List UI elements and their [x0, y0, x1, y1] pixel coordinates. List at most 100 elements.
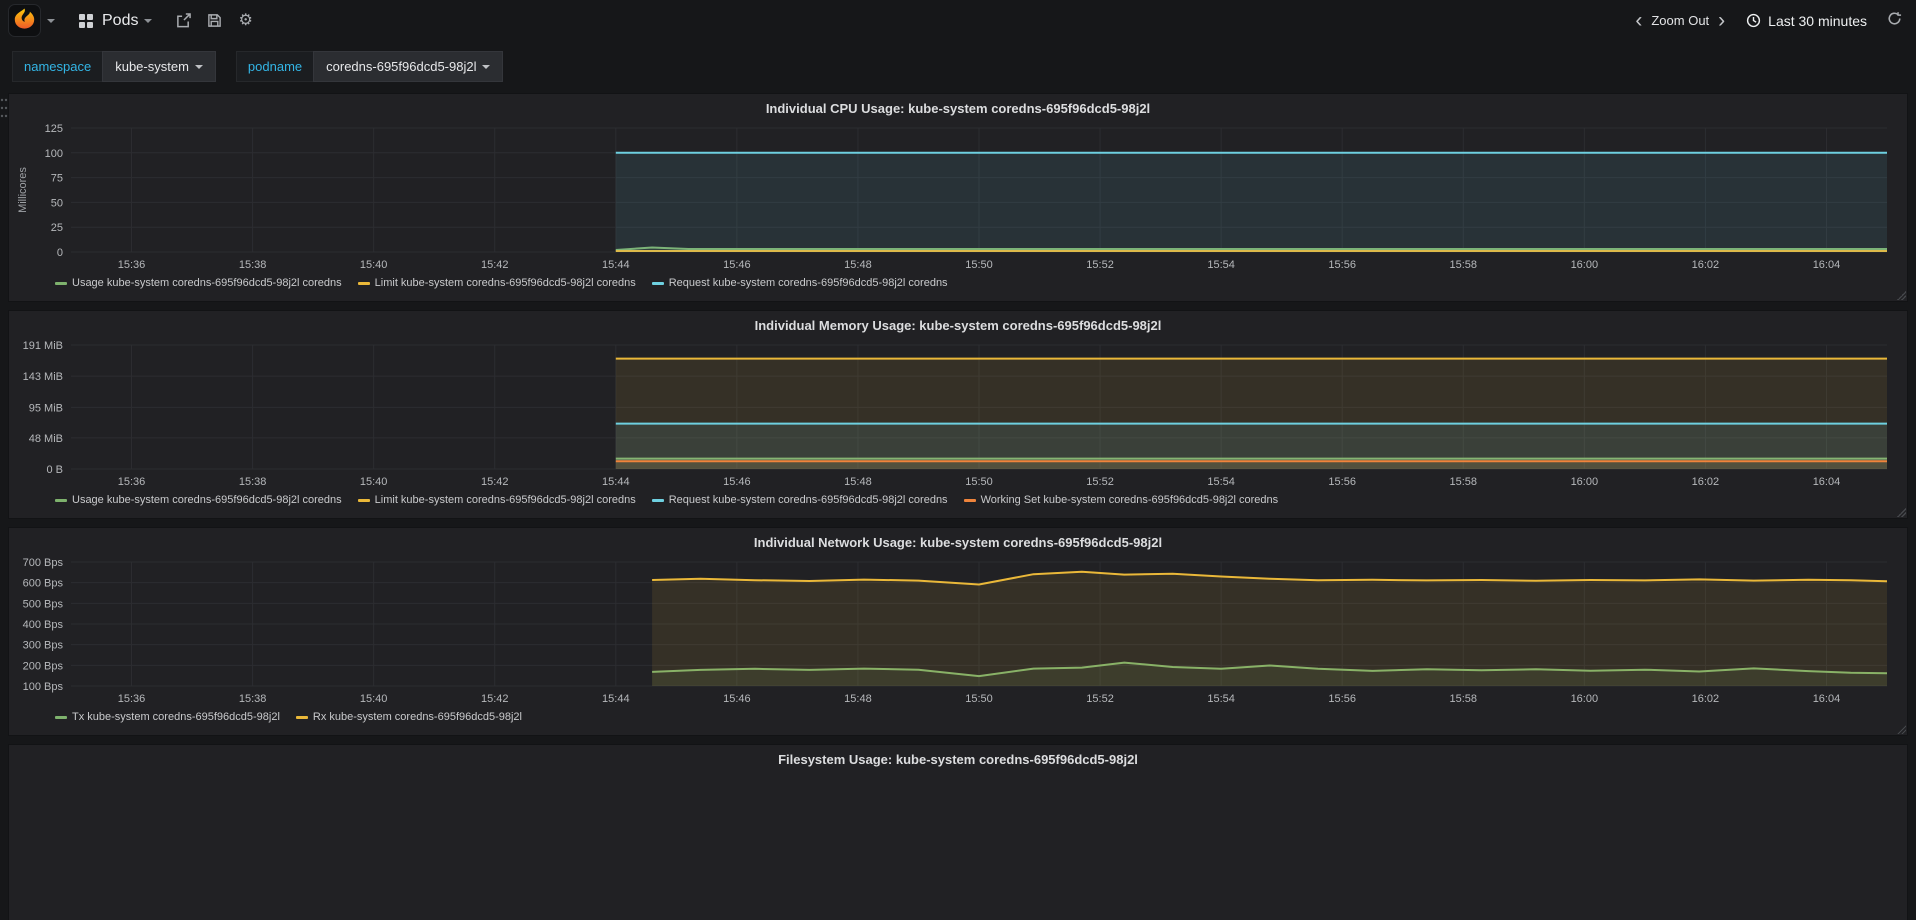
- svg-text:16:04: 16:04: [1813, 259, 1841, 271]
- legend-series-label: Working Set kube-system coredns-695f96dc…: [980, 494, 1279, 506]
- svg-text:15:36: 15:36: [118, 259, 146, 271]
- svg-text:15:42: 15:42: [481, 693, 509, 705]
- svg-text:15:36: 15:36: [118, 476, 146, 488]
- zoom-out-button[interactable]: Zoom Out: [1649, 13, 1711, 28]
- svg-text:15:58: 15:58: [1450, 693, 1478, 705]
- panel-resize-handle[interactable]: [1896, 724, 1906, 734]
- panel-title[interactable]: Filesystem Usage: kube-system coredns-69…: [9, 745, 1907, 771]
- dashboards-grid-icon: [79, 13, 93, 28]
- legend-series-label: Limit kube-system coredns-695f96dcd5-98j…: [374, 494, 636, 506]
- svg-text:0: 0: [57, 247, 63, 259]
- settings-button[interactable]: ⚙: [238, 12, 252, 29]
- svg-text:15:44: 15:44: [602, 259, 630, 271]
- panel-filesystem-usage: Filesystem Usage: kube-system coredns-69…: [8, 744, 1908, 920]
- legend-series-swatch-icon: [55, 498, 67, 502]
- svg-text:15:40: 15:40: [360, 259, 388, 271]
- memory-usage-chart[interactable]: 15:36 15:38 15:40 15:42 15:44 15:46 15:48 15:50…: [15, 337, 1901, 493]
- variable-namespace-label: namespace: [12, 51, 103, 82]
- legend-item[interactable]: Tx kube-system coredns-695f96dcd5-98j2l: [55, 711, 280, 723]
- svg-text:16:00: 16:00: [1571, 693, 1599, 705]
- svg-text:15:52: 15:52: [1086, 693, 1114, 705]
- svg-text:95 MiB: 95 MiB: [29, 402, 63, 414]
- save-button[interactable]: [207, 13, 222, 28]
- svg-text:15:46: 15:46: [723, 259, 751, 271]
- dashboard-picker[interactable]: Pods: [71, 6, 160, 36]
- svg-text:16:02: 16:02: [1692, 259, 1720, 271]
- memory-usage-legend: Usage kube-system coredns-695f96dcd5-98j…: [9, 493, 1907, 506]
- legend-item[interactable]: Request kube-system coredns-695f96dcd5-9…: [651, 494, 948, 506]
- legend-item[interactable]: Request kube-system coredns-695f96dcd5-9…: [651, 277, 948, 289]
- refresh-button[interactable]: [1887, 11, 1902, 31]
- svg-text:16:04: 16:04: [1813, 693, 1841, 705]
- variable-namespace-value-dropdown[interactable]: kube-system: [102, 51, 216, 82]
- legend-series-label: Tx kube-system coredns-695f96dcd5-98j2l: [72, 711, 280, 723]
- variable-namespace: namespace kube-system: [12, 51, 216, 82]
- svg-text:15:50: 15:50: [965, 693, 993, 705]
- svg-text:300 Bps: 300 Bps: [23, 640, 64, 652]
- grip-dots-icon: [0, 98, 8, 118]
- svg-text:15:42: 15:42: [481, 476, 509, 488]
- legend-item[interactable]: Usage kube-system coredns-695f96dcd5-98j…: [55, 277, 342, 289]
- grafana-logo-button[interactable]: [8, 4, 41, 37]
- grafana-flame-icon: [13, 7, 36, 35]
- share-icon: [177, 13, 192, 28]
- cpu-usage-legend: Usage kube-system coredns-695f96dcd5-98j…: [9, 276, 1907, 289]
- clock-icon: [1747, 13, 1761, 28]
- dashboard-caret-down-icon: [144, 18, 153, 23]
- variable-podname-value-dropdown[interactable]: coredns-695f96dcd5-98j2l: [313, 51, 504, 82]
- panel-title[interactable]: Individual CPU Usage: kube-system coredn…: [9, 94, 1907, 120]
- legend-item[interactable]: Limit kube-system coredns-695f96dcd5-98j…: [357, 277, 636, 289]
- refresh-icon: [1888, 11, 1902, 25]
- svg-text:15:54: 15:54: [1207, 693, 1235, 705]
- time-shift-back-button[interactable]: ‹: [1628, 10, 1649, 31]
- dashboard-title: Pods: [102, 11, 139, 29]
- variable-podname-value: coredns-695f96dcd5-98j2l: [326, 59, 477, 74]
- svg-text:16:00: 16:00: [1571, 476, 1599, 488]
- svg-text:16:02: 16:02: [1692, 476, 1720, 488]
- panel-resize-handle[interactable]: [1896, 507, 1906, 517]
- legend-series-label: Request kube-system coredns-695f96dcd5-9…: [668, 494, 948, 506]
- share-button[interactable]: [176, 13, 192, 28]
- svg-text:15:42: 15:42: [481, 259, 509, 271]
- svg-text:15:52: 15:52: [1086, 476, 1114, 488]
- svg-text:16:02: 16:02: [1692, 693, 1720, 705]
- svg-text:15:50: 15:50: [965, 476, 993, 488]
- svg-text:15:48: 15:48: [844, 259, 872, 271]
- legend-item[interactable]: Working Set kube-system coredns-695f96dc…: [963, 494, 1279, 506]
- svg-text:100: 100: [45, 148, 63, 160]
- row-drag-handle[interactable]: [0, 97, 8, 124]
- svg-text:16:04: 16:04: [1813, 476, 1841, 488]
- network-usage-legend: Tx kube-system coredns-695f96dcd5-98j2l R…: [9, 710, 1907, 723]
- svg-text:15:38: 15:38: [239, 693, 267, 705]
- svg-text:600 Bps: 600 Bps: [23, 578, 64, 590]
- panel-title[interactable]: Individual Memory Usage: kube-system cor…: [9, 311, 1907, 337]
- panel-resize-handle[interactable]: [1896, 290, 1906, 300]
- time-range-button[interactable]: Last 30 minutes: [1746, 13, 1867, 29]
- panel-title[interactable]: Individual Network Usage: kube-system co…: [9, 528, 1907, 554]
- svg-text:25: 25: [51, 222, 63, 234]
- svg-text:100 Bps: 100 Bps: [23, 681, 64, 693]
- svg-text:700 Bps: 700 Bps: [23, 557, 64, 569]
- legend-series-label: Limit kube-system coredns-695f96dcd5-98j…: [374, 277, 636, 289]
- logo-caret-down-icon[interactable]: [47, 18, 55, 23]
- svg-text:15:56: 15:56: [1328, 476, 1356, 488]
- svg-text:15:48: 15:48: [844, 693, 872, 705]
- time-shift-forward-button[interactable]: ›: [1711, 10, 1732, 31]
- svg-text:15:44: 15:44: [602, 693, 630, 705]
- svg-text:0 B: 0 B: [46, 464, 63, 476]
- svg-text:200 Bps: 200 Bps: [23, 660, 64, 672]
- legend-item[interactable]: Usage kube-system coredns-695f96dcd5-98j…: [55, 494, 342, 506]
- svg-text:15:38: 15:38: [239, 259, 267, 271]
- variable-podname-label: podname: [235, 51, 314, 82]
- cpu-usage-chart[interactable]: 15:36 15:38 15:40 15:42 15:44 15:46 15:48 15:50…: [15, 120, 1901, 276]
- svg-text:15:56: 15:56: [1328, 693, 1356, 705]
- svg-text:15:44: 15:44: [602, 476, 630, 488]
- network-usage-chart[interactable]: 15:36 15:38 15:40 15:42 15:44 15:46 15:48 15:50…: [15, 554, 1901, 710]
- legend-series-swatch-icon: [55, 281, 67, 285]
- legend-item[interactable]: Limit kube-system coredns-695f96dcd5-98j…: [357, 494, 636, 506]
- svg-text:15:46: 15:46: [723, 693, 751, 705]
- filesystem-usage-chart[interactable]: [15, 771, 1901, 920]
- legend-item[interactable]: Rx kube-system coredns-695f96dcd5-98j2l: [295, 711, 522, 723]
- caret-down-icon: [482, 64, 491, 69]
- svg-text:15:46: 15:46: [723, 476, 751, 488]
